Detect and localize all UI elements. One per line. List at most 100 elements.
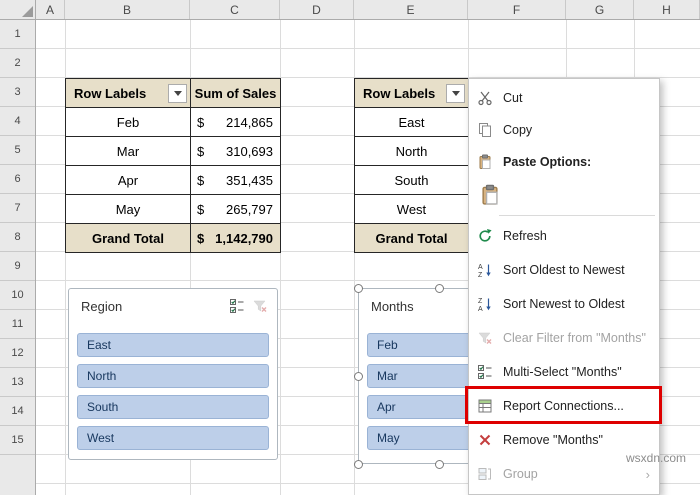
menu-item-label: Clear Filter from "Months" [503,331,646,345]
menu-item-paste-options: Paste Options: [469,146,659,178]
value: 310,693 [226,143,273,159]
row-header-2[interactable]: 2 [0,49,35,78]
slicer-region-title: Region [81,298,123,314]
menu-item-label: Group [503,467,538,481]
menu-item-sort-newest-to-oldest[interactable]: ZA Sort Newest to Oldest [469,287,659,321]
svg-text:Z: Z [478,272,483,278]
row-header-bar: 1 2 3 4 5 6 7 8 9 10 11 12 13 14 15 [0,20,36,495]
row-header-1[interactable]: 1 [0,20,35,49]
pivot-grand-total-label[interactable]: Grand Total [66,224,191,253]
row-header-11[interactable]: 11 [0,310,35,339]
pivot-header-sum-of-sales[interactable]: Sum of Sales [191,79,281,108]
currency-symbol: $ [197,143,205,159]
row-header-7[interactable]: 7 [0,194,35,223]
slicer-item[interactable]: South [77,395,269,419]
submenu-chevron-icon: › [645,466,650,482]
menu-item-label: Refresh [503,229,547,243]
slicer-item[interactable]: North [77,364,269,388]
pivot-table-sales: Row Labels Sum of Sales Feb $ 214,865 Ma… [65,78,281,253]
currency-symbol: $ [197,230,205,246]
menu-item-label: Cut [503,91,523,105]
multi-select-icon [476,363,494,381]
menu-item-clear-filter: Clear Filter from "Months" [469,321,659,355]
value: 1,142,790 [215,230,273,246]
pivot-cell-region[interactable]: North [355,137,469,166]
column-header-h[interactable]: H [634,0,700,19]
slicer-months-title: Months [371,298,414,314]
spreadsheet: A B C D E F G H 1 2 3 4 5 6 7 8 9 10 11 … [0,0,700,495]
pivot-cell-month[interactable]: Feb [66,108,191,137]
selection-handle[interactable] [354,284,363,293]
pivot-cell-month[interactable]: Mar [66,137,191,166]
pivot-cell-value[interactable]: $ 351,435 [191,166,281,195]
pivot-header-label: Row Labels [363,85,436,101]
filter-dropdown-button[interactable] [446,83,465,103]
menu-item-label: Sort Oldest to Newest [503,263,625,277]
pivot-cell-region[interactable]: West [355,195,469,224]
row-header-6[interactable]: 6 [0,165,35,194]
annotation-highlight-box [465,386,662,424]
pivot-cell-month[interactable]: Apr [66,166,191,195]
row-header-4[interactable]: 4 [0,107,35,136]
column-header-f[interactable]: F [468,0,566,19]
multi-select-icon[interactable] [228,297,246,315]
select-all-corner[interactable] [0,0,36,20]
menu-item-refresh[interactable]: Refresh [469,219,659,253]
paste-options-row [469,178,659,212]
column-header-c[interactable]: C [190,0,280,19]
pivot-cell-value[interactable]: $ 265,797 [191,195,281,224]
column-header-e[interactable]: E [354,0,468,19]
currency-symbol: $ [197,172,205,188]
selection-handle[interactable] [435,460,444,469]
slicer-item[interactable]: West [77,426,269,450]
column-header-a[interactable]: A [36,0,65,19]
pivot-cell-region[interactable]: South [355,166,469,195]
row-header-13[interactable]: 13 [0,368,35,397]
row-header-5[interactable]: 5 [0,136,35,165]
svg-text:A: A [478,264,483,271]
menu-item-sort-oldest-to-newest[interactable]: AZ Sort Oldest to Newest [469,253,659,287]
clear-filter-icon [251,297,269,315]
column-header-b[interactable]: B [65,0,190,19]
svg-text:A: A [478,306,483,312]
selection-handle[interactable] [354,460,363,469]
pivot-header-row-labels[interactable]: Row Labels [66,79,191,108]
row-header-3[interactable]: 3 [0,78,35,107]
menu-item-multi-select[interactable]: Multi-Select "Months" [469,355,659,389]
pivot-cell-region[interactable]: East [355,108,469,137]
row-header-8[interactable]: 8 [0,223,35,252]
menu-item-cut[interactable]: Cut [469,82,659,114]
pivot-cell-value[interactable]: $ 214,865 [191,108,281,137]
currency-symbol: $ [197,201,205,217]
menu-item-label: Multi-Select "Months" [503,365,622,379]
currency-symbol: $ [197,114,205,130]
pivot-grand-total-value[interactable]: $ 1,142,790 [191,224,281,253]
row-header-15[interactable]: 15 [0,426,35,455]
pivot-header-label: Row Labels [74,85,147,101]
row-header-14[interactable]: 14 [0,397,35,426]
value: 351,435 [226,172,273,188]
pivot-header-row-labels[interactable]: Row Labels [355,79,469,108]
menu-item-copy[interactable]: Copy [469,114,659,146]
selection-handle[interactable] [435,284,444,293]
watermark: wsxdn.com [626,451,687,465]
sort-ascending-icon: AZ [476,261,494,279]
slicer-item[interactable]: East [77,333,269,357]
dropdown-arrow-icon [451,90,460,96]
pivot-cell-month[interactable]: May [66,195,191,224]
selection-handle[interactable] [354,372,363,381]
column-header-g[interactable]: G [566,0,634,19]
filter-dropdown-button[interactable] [168,83,187,103]
column-header-d[interactable]: D [280,0,354,19]
row-header-9[interactable]: 9 [0,252,35,281]
menu-item-label: Remove "Months" [503,433,603,447]
select-all-triangle-icon [22,6,33,17]
copy-icon [476,121,494,139]
row-header-12[interactable]: 12 [0,339,35,368]
paste-option-button[interactable] [479,184,501,206]
group-icon [476,465,494,483]
pivot-cell-value[interactable]: $ 310,693 [191,137,281,166]
row-header-10[interactable]: 10 [0,281,35,310]
pivot-grand-total-label[interactable]: Grand Total [355,224,469,253]
refresh-icon [476,227,494,245]
